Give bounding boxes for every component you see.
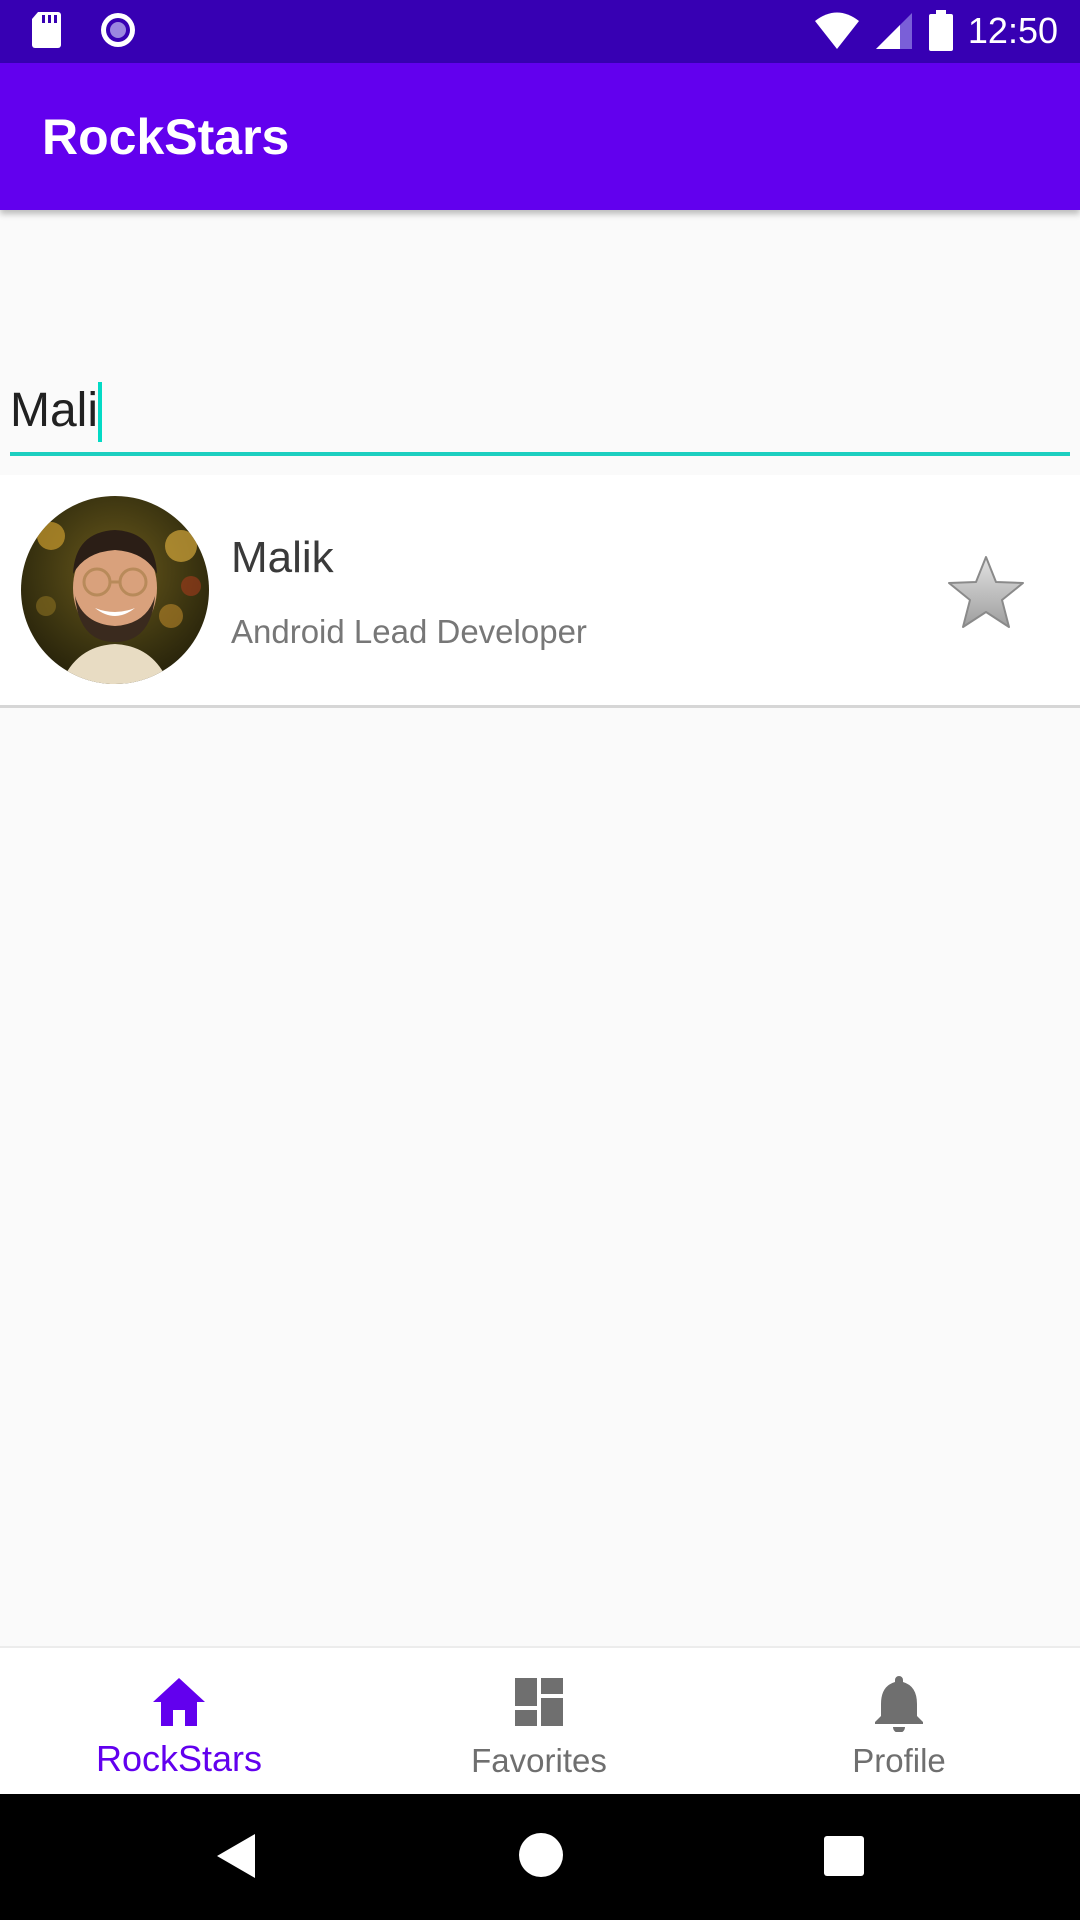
system-navigation-bar (0, 1794, 1080, 1920)
star-icon[interactable] (946, 553, 1026, 633)
battery-icon (928, 10, 953, 51)
search-underline (10, 452, 1070, 456)
signal-icon (875, 13, 912, 49)
text-cursor (98, 382, 102, 442)
nav-item-profile[interactable]: Profile (779, 1648, 1019, 1796)
app-title: RockStars (42, 109, 290, 165)
result-name: Malik (231, 533, 334, 582)
record-icon (101, 13, 135, 47)
recents-icon[interactable] (824, 1836, 864, 1876)
dashboard-icon (515, 1678, 563, 1726)
result-role: Android Lead Developer (231, 613, 587, 650)
home-icon (153, 1678, 205, 1726)
avatar (21, 496, 209, 684)
bottom-navigation: RockStars Favorites Profile (0, 1646, 1080, 1796)
nav-label-rockstars: RockStars (95, 1738, 263, 1779)
nav-item-rockstars[interactable]: RockStars (59, 1648, 299, 1796)
bell-icon (875, 1676, 923, 1732)
nav-item-favorites[interactable]: Favorites (419, 1648, 659, 1796)
wifi-icon (814, 12, 859, 49)
search-field[interactable] (10, 370, 1070, 458)
back-icon[interactable] (215, 1832, 257, 1880)
status-time: 12:50 (967, 10, 1058, 51)
status-bar-right: 12:50 (814, 8, 1058, 54)
search-input[interactable] (10, 370, 1070, 450)
list-item[interactable]: Malik Android Lead Developer (0, 475, 1080, 708)
nav-label-profile: Profile (852, 1742, 946, 1779)
status-bar: 12:50 (0, 0, 1080, 63)
home-circle-icon[interactable] (518, 1832, 564, 1878)
status-bar-left (30, 10, 138, 50)
nav-label-favorites: Favorites (471, 1742, 607, 1779)
sd-card-icon (32, 12, 61, 48)
app-bar: RockStars (0, 63, 1080, 210)
